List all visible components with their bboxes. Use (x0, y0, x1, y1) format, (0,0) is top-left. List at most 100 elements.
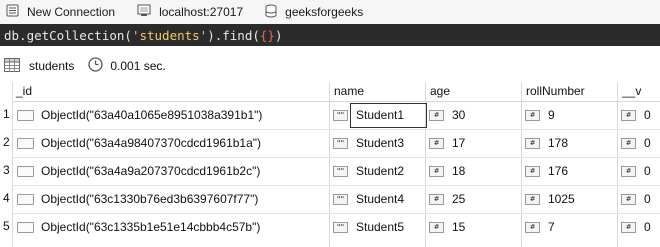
id-value: ObjectId("63c1330b76ed3b6397607f77") (41, 192, 259, 206)
v-value: 0 (644, 192, 651, 206)
objectid-type-icon (17, 109, 34, 121)
row-number: 3 (3, 163, 10, 177)
results-collection-name: students (29, 59, 75, 73)
row-number: 2 (3, 135, 10, 149)
rollnumber-value: 178 (548, 136, 569, 150)
age-cell[interactable]: # 25 (429, 192, 465, 206)
age-cell[interactable]: # 18 (429, 164, 465, 178)
number-type-icon: # (429, 109, 444, 121)
column-header-rollnumber[interactable]: rollNumber (526, 84, 585, 98)
v-value: 0 (644, 108, 651, 122)
string-type-icon: "" (333, 137, 348, 149)
rollnumber-cell[interactable]: # 1025 (525, 192, 575, 206)
column-header-v[interactable]: __v (622, 84, 641, 98)
number-type-icon: # (429, 221, 444, 233)
v-cell[interactable]: # 0 (621, 220, 651, 234)
number-type-icon: # (621, 137, 636, 149)
query-editor[interactable]: db.getCollection('students').find({}) (0, 24, 660, 46)
query-middle: ).find( (207, 27, 260, 43)
id-cell[interactable]: ObjectId("63a40a1065e8951038a391b1") (17, 108, 262, 122)
number-type-icon: # (429, 165, 444, 177)
rollnumber-cell[interactable]: # 9 (525, 108, 555, 122)
results-table: _id name age rollNumber __v 1 ObjectId("… (0, 82, 660, 247)
number-type-icon: # (525, 221, 540, 233)
v-cell[interactable]: # 0 (621, 136, 651, 150)
id-cell[interactable]: ObjectId("63c1330b76ed3b6397607f77") (17, 192, 258, 206)
name-value: Student3 (356, 136, 405, 150)
table-row[interactable]: 3 ObjectId("63a4a9a207370cdcd1961b2c") "… (0, 158, 660, 186)
age-value: 25 (452, 192, 466, 206)
rollnumber-value: 1025 (548, 192, 575, 206)
rollnumber-cell[interactable]: # 176 (525, 164, 568, 178)
query-filter-arg: {} (259, 27, 275, 43)
number-type-icon: # (525, 137, 540, 149)
number-type-icon: # (525, 109, 540, 121)
table-view-icon[interactable] (4, 57, 20, 75)
v-cell[interactable]: # 0 (621, 108, 651, 122)
number-type-icon: # (621, 193, 636, 205)
name-cell[interactable]: "" Student1 (333, 108, 404, 122)
rollnumber-value: 176 (548, 164, 569, 178)
connection-icon (6, 4, 19, 20)
age-value: 30 (452, 108, 466, 122)
results-toolbar: students 0.001 sec. (0, 54, 660, 78)
breadcrumb-database[interactable]: geeksforgeeks (265, 4, 363, 21)
column-header-id[interactable]: _id (16, 84, 32, 98)
age-cell[interactable]: # 15 (429, 220, 465, 234)
v-value: 0 (644, 136, 651, 150)
name-value: Student2 (356, 164, 405, 178)
table-row[interactable]: 1 ObjectId("63a40a1065e8951038a391b1") "… (0, 102, 660, 130)
column-header-name[interactable]: name (334, 84, 364, 98)
objectid-type-icon (17, 193, 34, 205)
database-icon (265, 4, 277, 21)
age-value: 18 (452, 164, 466, 178)
age-value: 15 (452, 220, 466, 234)
number-type-icon: # (621, 165, 636, 177)
number-type-icon: # (525, 165, 540, 177)
table-row[interactable]: 2 ObjectId("63a4a98407370cdcd1961b1a") "… (0, 130, 660, 158)
breadcrumb-database-label: geeksforgeeks (285, 5, 364, 19)
table-row[interactable]: 4 ObjectId("63c1330b76ed3b6397607f77") "… (0, 186, 660, 214)
v-cell[interactable]: # 0 (621, 164, 651, 178)
id-cell[interactable]: ObjectId("63a4a98407370cdcd1961b1a") (17, 136, 261, 150)
name-cell[interactable]: "" Student3 (333, 136, 404, 150)
table-row[interactable]: 5 ObjectId("63c1335b1e51e14cbbb4c57b") "… (0, 214, 660, 242)
breadcrumb: New Connection localhost:27017 geeksforg… (0, 0, 660, 24)
name-value: Student5 (356, 220, 405, 234)
table-header: _id name age rollNumber __v (12, 82, 660, 102)
query-prefix: db.getCollection( (4, 27, 132, 43)
number-type-icon: # (525, 193, 540, 205)
objectid-type-icon (17, 165, 34, 177)
string-type-icon: "" (333, 193, 348, 205)
breadcrumb-connection-label: New Connection (27, 5, 116, 19)
row-number: 5 (3, 219, 10, 233)
age-cell[interactable]: # 17 (429, 136, 465, 150)
name-cell[interactable]: "" Student5 (333, 220, 404, 234)
name-cell[interactable]: "" Student4 (333, 192, 404, 206)
number-type-icon: # (429, 193, 444, 205)
v-value: 0 (644, 220, 651, 234)
breadcrumb-server[interactable]: localhost:27017 (137, 4, 243, 20)
age-cell[interactable]: # 30 (429, 108, 465, 122)
number-type-icon: # (621, 109, 636, 121)
query-collection-arg: 'students' (131, 27, 208, 43)
v-cell[interactable]: # 0 (621, 192, 651, 206)
name-value: Student4 (356, 192, 405, 206)
id-value: ObjectId("63a4a98407370cdcd1961b1a") (41, 136, 262, 150)
objectid-type-icon (17, 221, 34, 233)
number-type-icon: # (621, 221, 636, 233)
column-header-age[interactable]: age (430, 84, 450, 98)
string-type-icon: "" (333, 109, 348, 121)
rollnumber-value: 9 (548, 108, 555, 122)
rollnumber-cell[interactable]: # 7 (525, 220, 555, 234)
string-type-icon: "" (333, 165, 348, 177)
id-cell[interactable]: ObjectId("63a4a9a207370cdcd1961b2c") (17, 164, 260, 178)
id-cell[interactable]: ObjectId("63c1335b1e51e14cbbb4c57b") (17, 220, 260, 234)
name-cell[interactable]: "" Student2 (333, 164, 404, 178)
row-number: 4 (3, 191, 10, 205)
rollnumber-cell[interactable]: # 178 (525, 136, 568, 150)
rollnumber-value: 7 (548, 220, 555, 234)
age-value: 17 (452, 136, 466, 150)
id-value: ObjectId("63a4a9a207370cdcd1961b2c") (41, 164, 261, 178)
breadcrumb-connection[interactable]: New Connection (6, 4, 115, 20)
